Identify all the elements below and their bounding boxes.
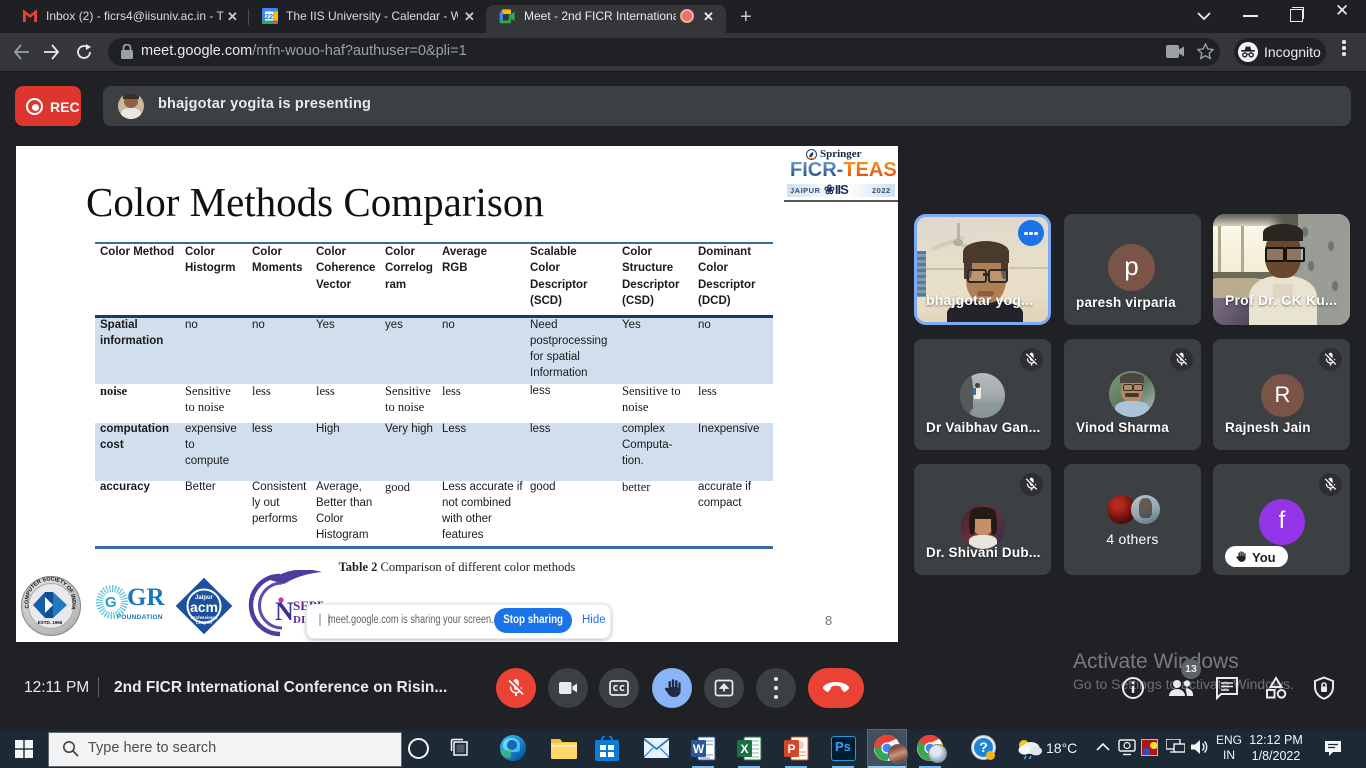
svg-text:ESTD. 1965: ESTD. 1965 [38, 620, 63, 625]
svg-text:COMPUTER SOCIETY OF INDIA: COMPUTER SOCIETY OF INDIA [24, 576, 76, 610]
svg-text:acm: acm [190, 599, 218, 615]
svg-text:X: X [740, 742, 748, 756]
svg-text:W: W [693, 742, 705, 756]
svg-text:Chapter: Chapter [196, 620, 213, 625]
svg-text:P: P [787, 742, 795, 756]
svg-text:N: N [275, 597, 294, 626]
svg-text:22: 22 [265, 12, 273, 21]
